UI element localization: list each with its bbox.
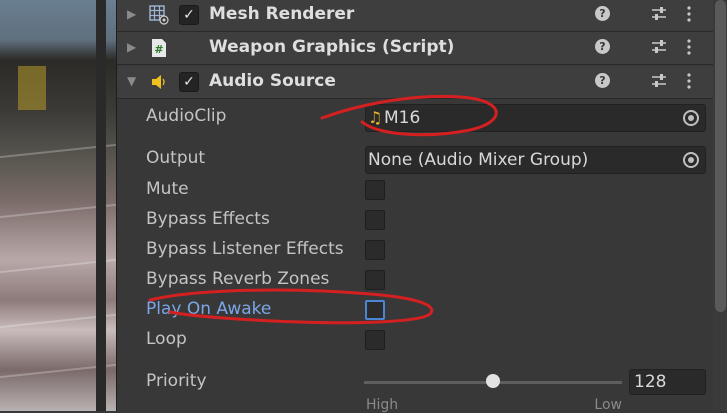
bypass-listener-effects-label: Bypass Listener Effects [146, 239, 344, 259]
bypass-reverb-zones-label: Bypass Reverb Zones [146, 269, 330, 289]
scrollbar-thumb[interactable] [715, 0, 726, 312]
scene-view-background [0, 0, 116, 411]
presets-icon[interactable] [651, 6, 667, 22]
component-enabled-checkbox[interactable]: ✓ [179, 72, 199, 92]
audioclip-field[interactable]: ♫M16 [365, 104, 706, 132]
music-note-icon: ♫ [368, 108, 383, 127]
mute-row: Mute [117, 175, 727, 205]
help-icon[interactable]: ? [595, 73, 610, 88]
play-on-awake-label: Play On Awake [146, 299, 272, 319]
kebab-menu-icon[interactable] [687, 5, 691, 23]
mute-checkbox[interactable] [365, 180, 385, 200]
csharp-script-icon: # [152, 39, 166, 57]
play-on-awake-row: Play On Awake [117, 295, 727, 325]
bypass-reverb-zones-row: Bypass Reverb Zones [117, 265, 727, 295]
mesh-renderer-icon [149, 5, 169, 25]
play-on-awake-checkbox[interactable] [365, 300, 385, 320]
mute-label: Mute [146, 179, 189, 199]
loop-row: Loop [117, 325, 727, 355]
output-row: Output None (Audio Mixer Group) [117, 144, 727, 174]
scene-building [18, 66, 46, 110]
priority-slider-thumb[interactable] [486, 374, 500, 388]
audioclip-label: AudioClip [146, 106, 227, 126]
component-header-audio-source[interactable]: ▼ ✓ Audio Source ? [117, 66, 727, 99]
loop-checkbox[interactable] [365, 330, 385, 350]
component-title: Audio Source [209, 71, 336, 91]
bypass-listener-effects-checkbox[interactable] [365, 240, 385, 260]
foldout-arrow-icon[interactable]: ▶ [127, 7, 136, 21]
output-value: None (Audio Mixer Group) [368, 150, 589, 170]
bypass-effects-label: Bypass Effects [146, 209, 270, 229]
audioclip-row: AudioClip ♫M16 [117, 102, 727, 132]
help-icon[interactable]: ? [595, 6, 610, 21]
bypass-listener-effects-row: Bypass Listener Effects [117, 235, 727, 265]
component-header-weapon-graphics[interactable]: ▶ # Weapon Graphics (Script) ? [117, 32, 727, 65]
bypass-reverb-zones-checkbox[interactable] [365, 270, 385, 290]
loop-label: Loop [146, 329, 187, 349]
inspector-panel: ▶ ✓ Mesh Renderer ? ▶ # Weapon Graphics … [116, 0, 727, 413]
object-picker-icon[interactable] [683, 110, 699, 126]
priority-number-field[interactable]: 128 [629, 369, 706, 395]
svg-text:#: # [154, 43, 163, 56]
inspector-scrollbar[interactable] [713, 0, 727, 411]
audioclip-value: M16 [384, 108, 421, 128]
foldout-arrow-icon[interactable]: ▼ [127, 74, 136, 88]
component-header-mesh-renderer[interactable]: ▶ ✓ Mesh Renderer ? [117, 0, 727, 32]
audio-source-icon [152, 75, 165, 89]
scene-post [96, 0, 106, 411]
foldout-arrow-icon[interactable]: ▶ [127, 40, 136, 54]
component-title: Weapon Graphics (Script) [209, 37, 455, 57]
priority-label: Priority [146, 371, 207, 391]
kebab-menu-icon[interactable] [687, 38, 691, 56]
output-label: Output [146, 148, 206, 168]
bypass-effects-row: Bypass Effects [117, 205, 727, 235]
help-icon[interactable]: ? [595, 39, 610, 54]
priority-value: 128 [634, 372, 667, 392]
bypass-effects-checkbox[interactable] [365, 210, 385, 230]
presets-icon[interactable] [651, 39, 667, 55]
priority-row: Priority 128 High Low [117, 367, 727, 413]
presets-icon[interactable] [651, 73, 667, 89]
kebab-menu-icon[interactable] [687, 72, 691, 90]
component-enabled-checkbox[interactable]: ✓ [179, 5, 199, 25]
output-field[interactable]: None (Audio Mixer Group) [365, 146, 706, 174]
object-picker-icon[interactable] [683, 152, 699, 168]
component-title: Mesh Renderer [209, 4, 355, 24]
